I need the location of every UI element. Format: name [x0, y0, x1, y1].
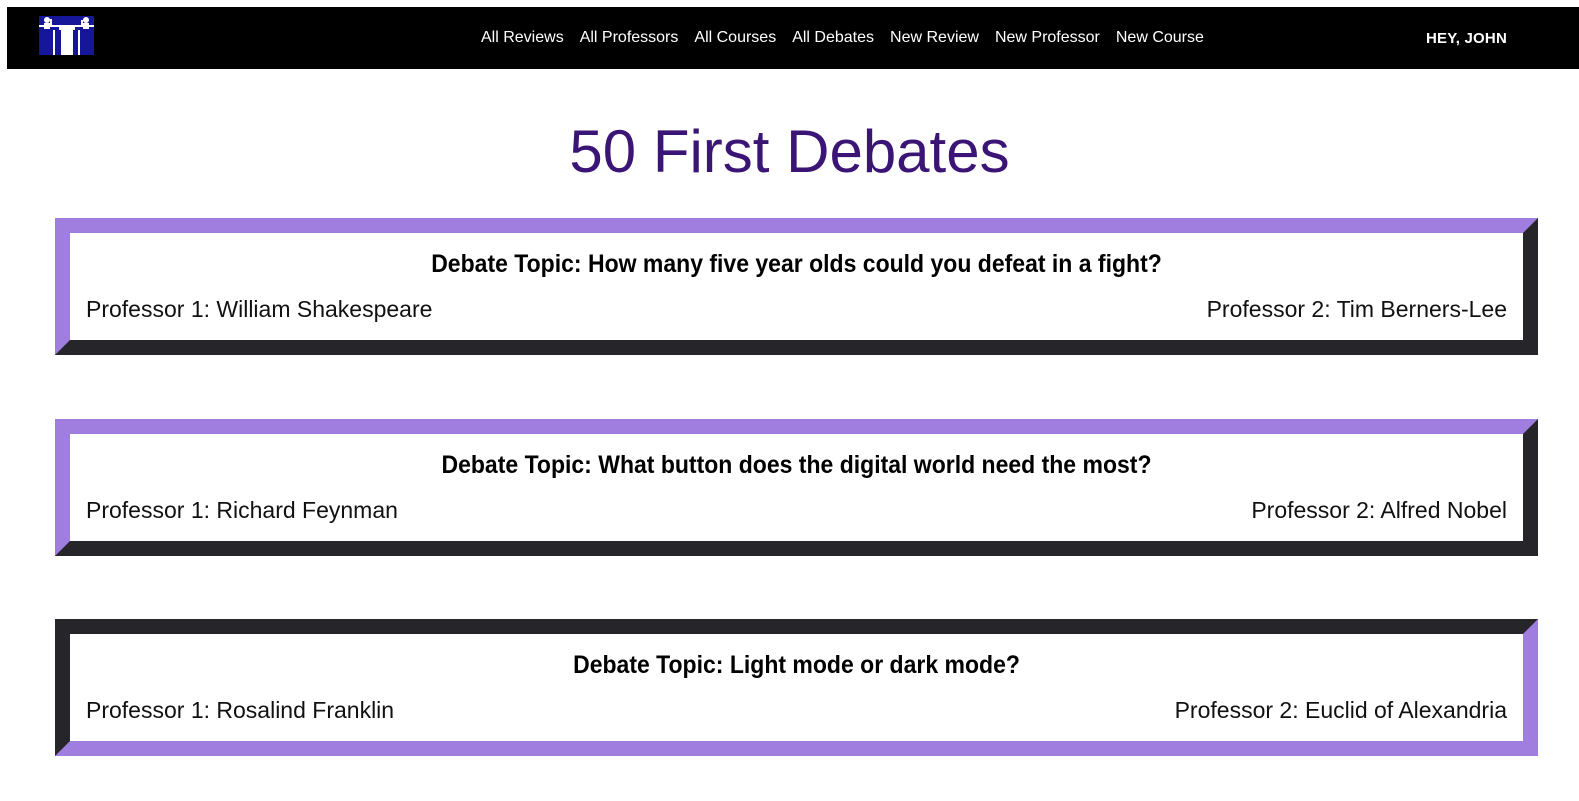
nav-all-debates[interactable]: All Debates [792, 29, 874, 47]
nav-new-review[interactable]: New Review [890, 29, 979, 47]
debate-podium-logo[interactable] [39, 16, 94, 55]
nav-all-courses[interactable]: All Courses [694, 29, 776, 47]
debate-card[interactable]: Debate Topic: What button does the digit… [55, 419, 1538, 556]
nav-new-professor[interactable]: New Professor [995, 29, 1100, 47]
nav-all-professors[interactable]: All Professors [580, 29, 679, 47]
debate-professor-2: Professor 2: Euclid of Alexandria [1174, 697, 1507, 723]
page-title: 50 First Debates [569, 118, 1010, 185]
navbar: All Reviews All Professors All Courses A… [7, 7, 1579, 69]
nav-all-reviews[interactable]: All Reviews [481, 29, 564, 47]
debate-professor-1: Professor 1: Richard Feynman [86, 497, 398, 523]
debate-topic: Debate Topic: What button does the digit… [441, 451, 1152, 479]
nav-new-course[interactable]: New Course [1116, 29, 1204, 47]
debate-card[interactable]: Debate Topic: How many five year olds co… [55, 218, 1538, 355]
debate-professor-1: Professor 1: Rosalind Franklin [86, 697, 395, 723]
debate-professor-2: Professor 2: Tim Berners-Lee [1206, 296, 1507, 322]
debate-professor-2: Professor 2: Alfred Nobel [1251, 497, 1507, 523]
debate-topic: Debate Topic: How many five year olds co… [431, 250, 1162, 278]
debate-topic: Debate Topic: Light mode or dark mode? [573, 651, 1020, 679]
debate-professor-1: Professor 1: William Shakespeare [86, 296, 433, 322]
nav-links: All Reviews All Professors All Courses A… [481, 7, 1204, 69]
user-greeting[interactable]: HEY, JOHN [1426, 7, 1507, 69]
debate-card[interactable]: Debate Topic: Light mode or dark mode? P… [55, 619, 1538, 756]
